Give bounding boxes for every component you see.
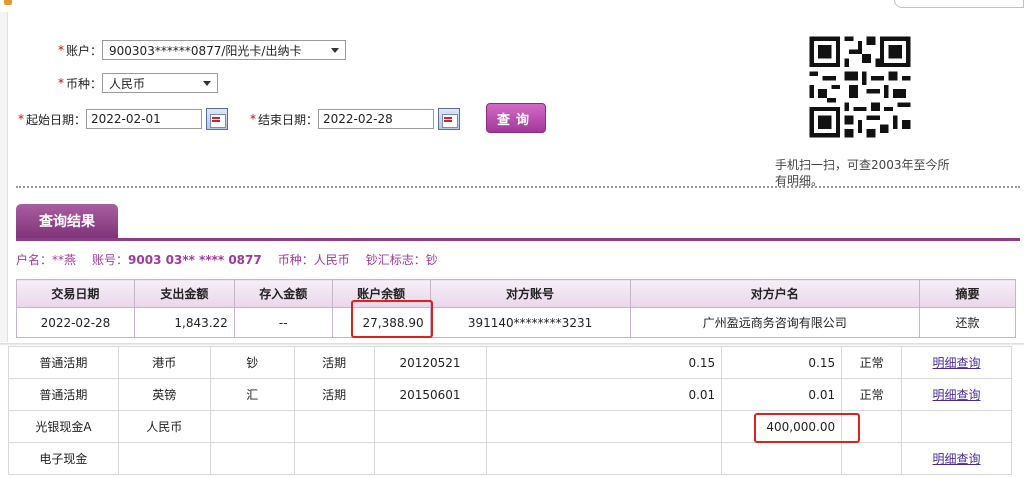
account-label: 账户： bbox=[66, 43, 103, 58]
holder-name: 户名：**燕 bbox=[16, 253, 77, 267]
qr-code bbox=[805, 32, 915, 142]
cell-currency bbox=[117, 442, 211, 475]
account-number: 账号：9003 03** **** 0877 bbox=[92, 253, 262, 267]
cell-flag: 钞 bbox=[209, 346, 295, 379]
end-date-row: * 结束日期： 2022-02-28 bbox=[250, 108, 461, 130]
cell-date: 20120521 bbox=[373, 346, 487, 379]
transaction-table: 交易日期 支出金额 存入金额 账户余额 对方账号 对方户名 摘要 2022-02… bbox=[16, 279, 1016, 338]
cell-counter-name: 广州盈远商务咨询有限公司 bbox=[629, 307, 921, 338]
cash-flag: 钞汇标志：钞 bbox=[365, 253, 438, 267]
cell-status: 正常 bbox=[841, 346, 903, 379]
cell-action: 明细查询 bbox=[901, 442, 1012, 475]
cell-flag bbox=[209, 442, 295, 475]
cell-currency: 英镑 bbox=[117, 378, 211, 411]
chevron-down-icon bbox=[331, 48, 340, 53]
cell-memo: 还款 bbox=[919, 307, 1016, 338]
account-row: * 账户： 900303******0877/阳光卡/出纳卡 bbox=[58, 40, 347, 60]
cell-flag bbox=[209, 410, 295, 443]
cell-currency: 港币 bbox=[117, 346, 211, 379]
cell-status bbox=[841, 442, 903, 475]
required-mark: * bbox=[58, 76, 64, 90]
end-date-input[interactable]: 2022-02-28 bbox=[318, 109, 435, 129]
available-highlight-box bbox=[754, 413, 860, 443]
table-row: 电子现金 明细查询 bbox=[8, 442, 1012, 475]
cell-action: 明细查询 bbox=[901, 378, 1012, 411]
currency-label: 币种： bbox=[66, 76, 103, 91]
cell-balance bbox=[485, 410, 723, 443]
top-strip bbox=[0, 0, 1024, 12]
account-info: 户名：**燕 账号：9003 03** **** 0877 币种：人民币 钞汇标… bbox=[16, 251, 438, 268]
top-right-corner bbox=[894, 0, 1024, 8]
table-row: 普通活期 港币 钞 活期 20120521 0.15 0.15 正常 明细查询 bbox=[8, 346, 1012, 379]
calendar-icon[interactable] bbox=[206, 108, 229, 130]
cell-account-name: 电子现金 bbox=[8, 442, 119, 475]
cell-date: 2022-02-28 bbox=[16, 307, 135, 338]
cell-account-name: 普通活期 bbox=[8, 346, 119, 379]
start-date-row: * 起始日期： 2022-02-01 bbox=[18, 108, 229, 130]
cell-date: 20150601 bbox=[373, 378, 487, 411]
tab-underline bbox=[16, 238, 1020, 241]
cell-date bbox=[373, 442, 487, 475]
currency-row: * 币种： 人民币 bbox=[58, 73, 219, 93]
cell-account-name: 普通活期 bbox=[8, 378, 119, 411]
cell-available: 0.15 bbox=[721, 346, 843, 379]
cell-available: 0.01 bbox=[721, 378, 843, 411]
required-mark: * bbox=[250, 112, 256, 126]
detail-query-link[interactable]: 明细查询 bbox=[933, 356, 981, 370]
currency-info: 币种：人民币 bbox=[277, 253, 350, 267]
required-mark: * bbox=[58, 43, 64, 57]
cell-status: 正常 bbox=[841, 378, 903, 411]
cell-balance: 0.01 bbox=[485, 378, 723, 411]
cell-balance: 0.15 bbox=[485, 346, 723, 379]
calendar-icon[interactable] bbox=[438, 108, 461, 130]
accounts-table: 普通活期 港币 钞 活期 20120521 0.15 0.15 正常 明细查询 … bbox=[8, 346, 1012, 475]
table-row: 普通活期 英镑 汇 活期 20150601 0.01 0.01 正常 明细查询 bbox=[8, 378, 1012, 411]
cell-type: 活期 bbox=[293, 346, 375, 379]
column-header: 对方账号 bbox=[429, 279, 631, 308]
query-button[interactable]: 查询 bbox=[486, 103, 546, 133]
detail-query-link[interactable]: 明细查询 bbox=[933, 452, 981, 466]
balance-highlight-box bbox=[351, 300, 433, 338]
detail-query-link[interactable]: 明细查询 bbox=[933, 388, 981, 402]
cell-date bbox=[373, 410, 487, 443]
start-date-input[interactable]: 2022-02-01 bbox=[86, 109, 203, 129]
cell-action: 明细查询 bbox=[901, 346, 1012, 379]
cell-credit: -- bbox=[233, 307, 333, 338]
table-header-row: 交易日期 支出金额 存入金额 账户余额 对方账号 对方户名 摘要 bbox=[16, 279, 1016, 308]
cell-balance bbox=[485, 442, 723, 475]
currency-select[interactable]: 人民币 bbox=[102, 73, 219, 93]
tab-query-results[interactable]: 查询结果 bbox=[16, 204, 118, 238]
column-header: 对方户名 bbox=[629, 279, 921, 308]
cell-debit: 1,843.22 bbox=[133, 307, 235, 338]
chevron-down-icon bbox=[203, 81, 212, 86]
cell-type bbox=[293, 410, 375, 443]
qr-note: 手机扫一扫，可查2003年至今所有明细。 bbox=[775, 158, 950, 188]
breadcrumb-icon bbox=[4, 0, 12, 5]
cell-action bbox=[901, 410, 1012, 443]
query-form: * 账户： 900303******0877/阳光卡/出纳卡 * 币种： 人民币… bbox=[10, 12, 1020, 192]
cell-currency: 人民币 bbox=[117, 410, 211, 443]
column-header: 支出金额 bbox=[133, 279, 235, 308]
left-edge-panel bbox=[0, 12, 8, 342]
cell-type: 活期 bbox=[293, 378, 375, 411]
cell-type bbox=[293, 442, 375, 475]
start-date-label: 起始日期： bbox=[26, 112, 87, 127]
required-mark: * bbox=[18, 112, 24, 126]
divider bbox=[16, 186, 1020, 188]
cell-flag: 汇 bbox=[209, 378, 295, 411]
column-header: 摘要 bbox=[919, 279, 1016, 308]
currency-select-value: 人民币 bbox=[109, 76, 146, 91]
end-date-label: 结束日期： bbox=[258, 112, 319, 127]
cell-available bbox=[721, 442, 843, 475]
cell-account-name: 光银现金A bbox=[8, 410, 119, 443]
account-select[interactable]: 900303******0877/阳光卡/出纳卡 bbox=[102, 40, 347, 60]
account-select-value: 900303******0877/阳光卡/出纳卡 bbox=[109, 43, 302, 58]
table-row: 光银现金A 人民币 400,000.00 bbox=[8, 410, 1012, 443]
column-header: 交易日期 bbox=[16, 279, 135, 308]
table-row: 2022-02-28 1,843.22 -- 27,388.90 391140*… bbox=[16, 307, 1016, 338]
column-header: 存入金额 bbox=[233, 279, 333, 308]
cell-counter-account: 391140********3231 bbox=[429, 307, 631, 338]
